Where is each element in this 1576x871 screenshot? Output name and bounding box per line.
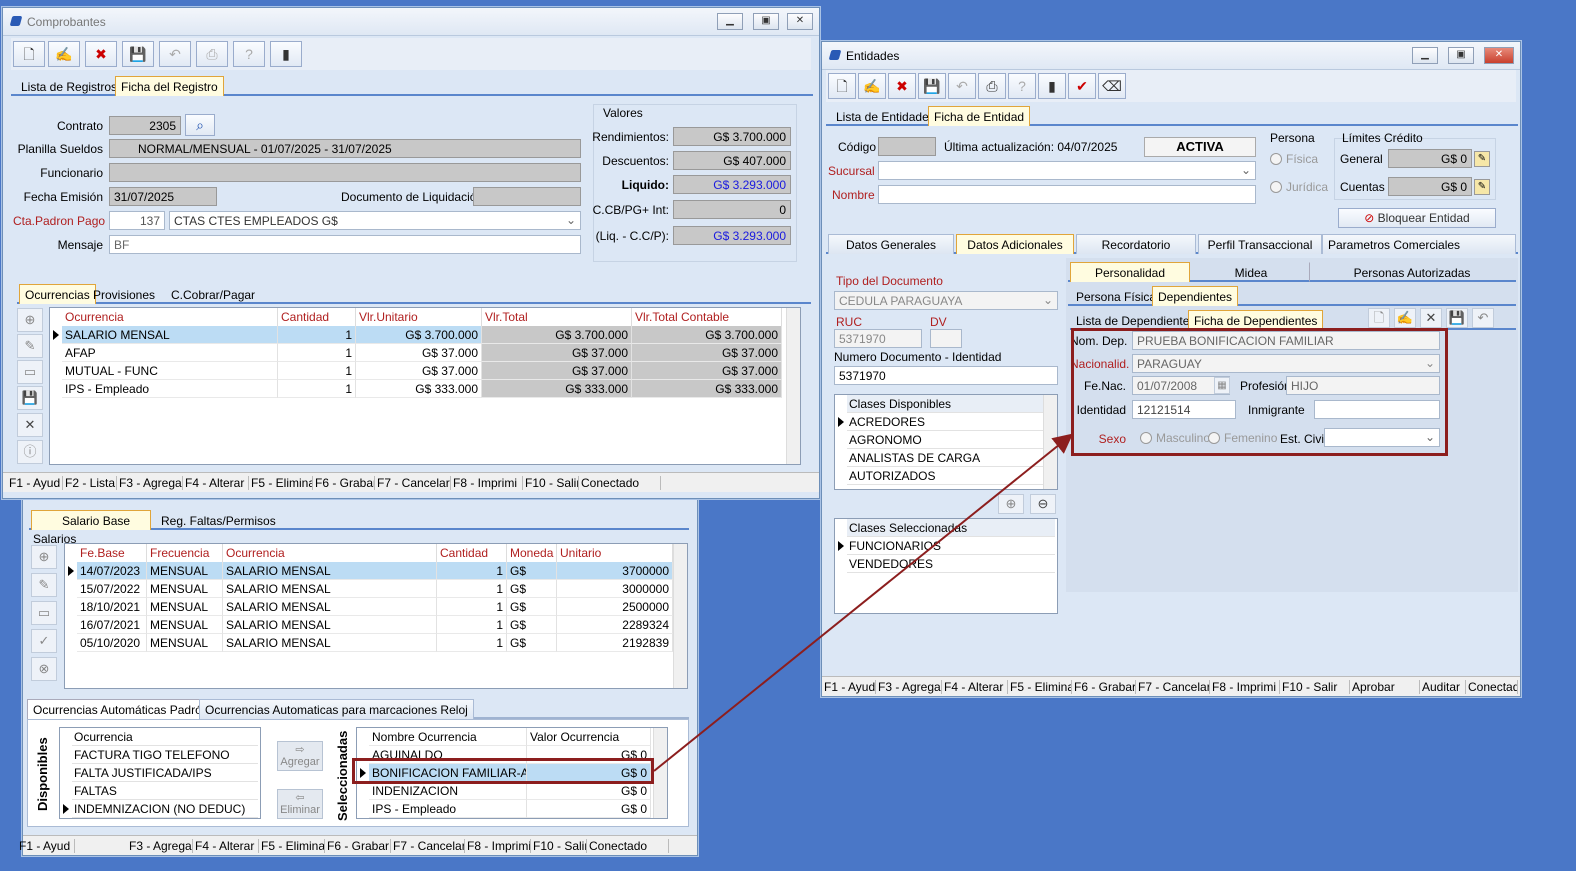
annotation-arrow bbox=[653, 433, 1074, 772]
